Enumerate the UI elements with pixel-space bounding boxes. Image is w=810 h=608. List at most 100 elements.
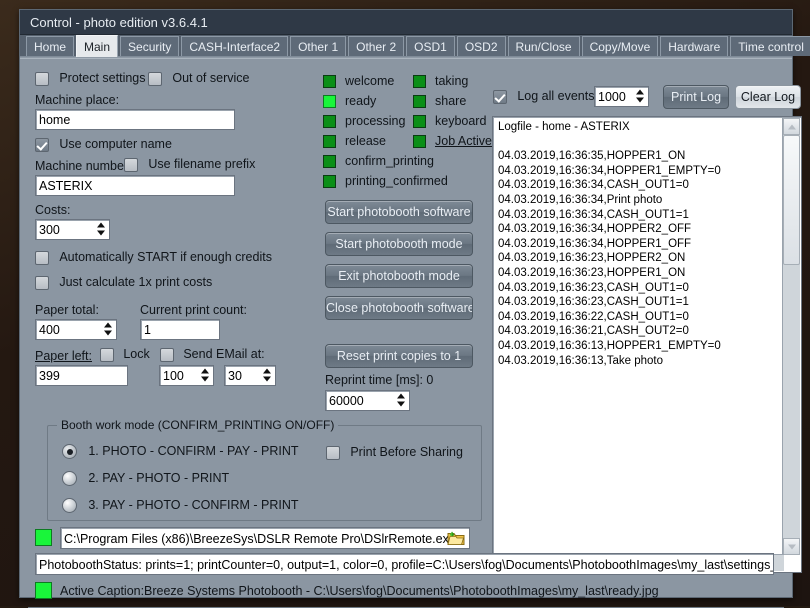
window-title: Control - photo edition v3.6.4.1 (30, 15, 208, 30)
log-max-lines-arrows[interactable] (635, 89, 644, 104)
start-photobooth-mode-button[interactable]: Start photobooth mode (325, 232, 473, 256)
just-calculate-label: Just calculate 1x print costs (59, 275, 212, 289)
log-max-lines-spinner[interactable]: 1000 (594, 86, 649, 107)
send-email-threshold-spinner[interactable]: 100 (159, 365, 214, 386)
tab-time-control[interactable]: Time control (730, 36, 810, 56)
booth-mode-radio-2[interactable] (62, 471, 77, 486)
booth-mode-radio-1[interactable] (62, 444, 77, 459)
status-label-ready: ready (345, 94, 376, 108)
out-of-service-label: Out of service (172, 71, 249, 85)
status-label-release: release (345, 134, 386, 148)
tab-copy-move[interactable]: Copy/Move (582, 36, 659, 56)
auto-start-checkbox[interactable] (35, 251, 49, 265)
print-log-button[interactable]: Print Log (663, 85, 729, 109)
tab-osd1[interactable]: OSD1 (406, 36, 455, 56)
booth-mode-label-3: 3. PAY - PHOTO - CONFIRM - PRINT (88, 498, 298, 512)
print-before-sharing-label: Print Before Sharing (350, 445, 463, 459)
tab-home[interactable]: Home (26, 36, 74, 56)
tab-hardware[interactable]: Hardware (660, 36, 728, 56)
tab-strip: HomeMainSecurityCASH-Interface2Other 1Ot… (20, 35, 792, 57)
exe-status-led (35, 529, 52, 546)
scroll-down-button[interactable] (783, 538, 800, 555)
log-scroll-thumb[interactable] (783, 135, 800, 265)
current-print-count-input[interactable]: 1 (140, 319, 220, 340)
active-caption-led (35, 582, 52, 599)
protect-settings-checkbox[interactable] (35, 72, 49, 86)
photobooth-status-input[interactable]: PhotoboothStatus: prints=1; printCounter… (35, 553, 774, 575)
paper-left-input[interactable]: 399 (35, 365, 128, 386)
status-led-share (413, 95, 426, 108)
tab-cash-interface2[interactable]: CASH-Interface2 (181, 36, 288, 56)
use-filename-prefix-row[interactable]: Use filename prefix (124, 157, 255, 172)
paper-total-label: Paper total: (35, 303, 99, 317)
out-of-service-checkbox[interactable] (148, 72, 162, 86)
indicator-row: keyboard (413, 111, 492, 131)
indicator-row: share (413, 91, 492, 111)
booth-mode-option-3[interactable]: 3. PAY - PHOTO - CONFIRM - PRINT (62, 498, 299, 513)
paper-total-spinner-arrows[interactable] (103, 322, 112, 337)
use-computer-name-row[interactable]: Use computer name (35, 137, 172, 152)
send-email-second-arrows[interactable] (262, 368, 271, 383)
print-before-sharing-checkbox[interactable] (326, 446, 340, 460)
reprint-time-label: Reprint time [ms]: 0 (325, 373, 433, 387)
just-calculate-checkbox[interactable] (35, 276, 49, 290)
tab-run-close[interactable]: Run/Close (508, 36, 580, 56)
just-calculate-row[interactable]: Just calculate 1x print costs (35, 275, 212, 290)
log-content: Logfile - home - ASTERIX 04.03.2019,16:3… (498, 120, 781, 368)
log-max-lines-value: 1000 (598, 90, 626, 104)
paper-total-spinner[interactable]: 400 (35, 319, 117, 340)
reset-print-copies-button[interactable]: Reset print copies to 1 (325, 344, 473, 368)
reprint-time-spinner[interactable]: 60000 (325, 390, 410, 411)
tab-main[interactable]: Main (76, 35, 118, 57)
out-of-service-row[interactable]: Out of service (148, 71, 249, 86)
costs-value: 300 (39, 223, 60, 237)
tab-security[interactable]: Security (120, 36, 179, 56)
booth-mode-radio-3[interactable] (62, 498, 77, 513)
tab-page-main: Protect settings Out of service Machine … (20, 58, 792, 597)
chevron-up-icon (788, 124, 796, 129)
application-window: Control - photo edition v3.6.4.1 HomeMai… (19, 9, 793, 598)
costs-spinner-arrows[interactable] (96, 222, 105, 237)
send-email-threshold-arrows[interactable] (200, 368, 209, 383)
lock-label: Lock (123, 347, 149, 361)
protect-settings-label: Protect settings (59, 71, 145, 85)
use-computer-name-checkbox[interactable] (35, 138, 49, 152)
machine-number-input[interactable]: ASTERIX (35, 175, 235, 196)
exit-photobooth-mode-button[interactable]: Exit photobooth mode (325, 264, 473, 288)
send-email-checkbox[interactable] (160, 348, 174, 362)
log-all-events-row[interactable]: Log all events (493, 89, 594, 104)
exe-path-input[interactable]: C:\Program Files (x86)\BreezeSys\DSLR Re… (60, 527, 470, 549)
auto-start-row[interactable]: Automatically START if enough credits (35, 250, 272, 265)
clear-log-button[interactable]: Clear Log (735, 85, 801, 109)
use-filename-prefix-checkbox[interactable] (124, 158, 138, 172)
booth-mode-option-1[interactable]: 1. PHOTO - CONFIRM - PAY - PRINT (62, 444, 299, 459)
active-caption-label: Active Caption: (60, 584, 144, 598)
status-label-share: share (435, 94, 466, 108)
reprint-time-arrows[interactable] (396, 393, 405, 408)
machine-place-input[interactable]: home (35, 109, 235, 130)
tab-other-2[interactable]: Other 2 (348, 36, 404, 56)
booth-mode-option-2[interactable]: 2. PAY - PHOTO - PRINT (62, 471, 229, 486)
print-before-sharing-row[interactable]: Print Before Sharing (326, 445, 463, 460)
folder-icon[interactable] (447, 531, 465, 546)
log-all-events-checkbox[interactable] (493, 90, 507, 104)
log-panel[interactable]: Logfile - home - ASTERIX 04.03.2019,16:3… (492, 116, 802, 573)
use-computer-name-label: Use computer name (59, 137, 172, 151)
status-label-job-active: Job Active (435, 134, 492, 148)
tab-osd2[interactable]: OSD2 (457, 36, 506, 56)
close-photobooth-software-button[interactable]: Close photobooth software (325, 296, 473, 320)
status-led-printing-confirmed (323, 175, 336, 188)
send-email-row[interactable]: Send EMail at: (160, 347, 265, 362)
indicator-row: confirm_printing (323, 151, 448, 171)
costs-spinner[interactable]: 300 (35, 219, 110, 240)
tab-other-1[interactable]: Other 1 (290, 36, 346, 56)
lock-row[interactable]: Lock (100, 347, 150, 362)
log-vertical-scrollbar[interactable] (782, 118, 800, 555)
paper-left-label: Paper left: (35, 349, 92, 363)
scroll-up-button[interactable] (783, 118, 800, 135)
send-email-second-spinner[interactable]: 30 (224, 365, 276, 386)
status-label-printing-confirmed: printing_confirmed (345, 174, 448, 188)
protect-settings-row[interactable]: Protect settings (35, 71, 146, 86)
lock-checkbox[interactable] (100, 348, 114, 362)
start-photobooth-software-button[interactable]: Start photobooth software (325, 200, 473, 224)
